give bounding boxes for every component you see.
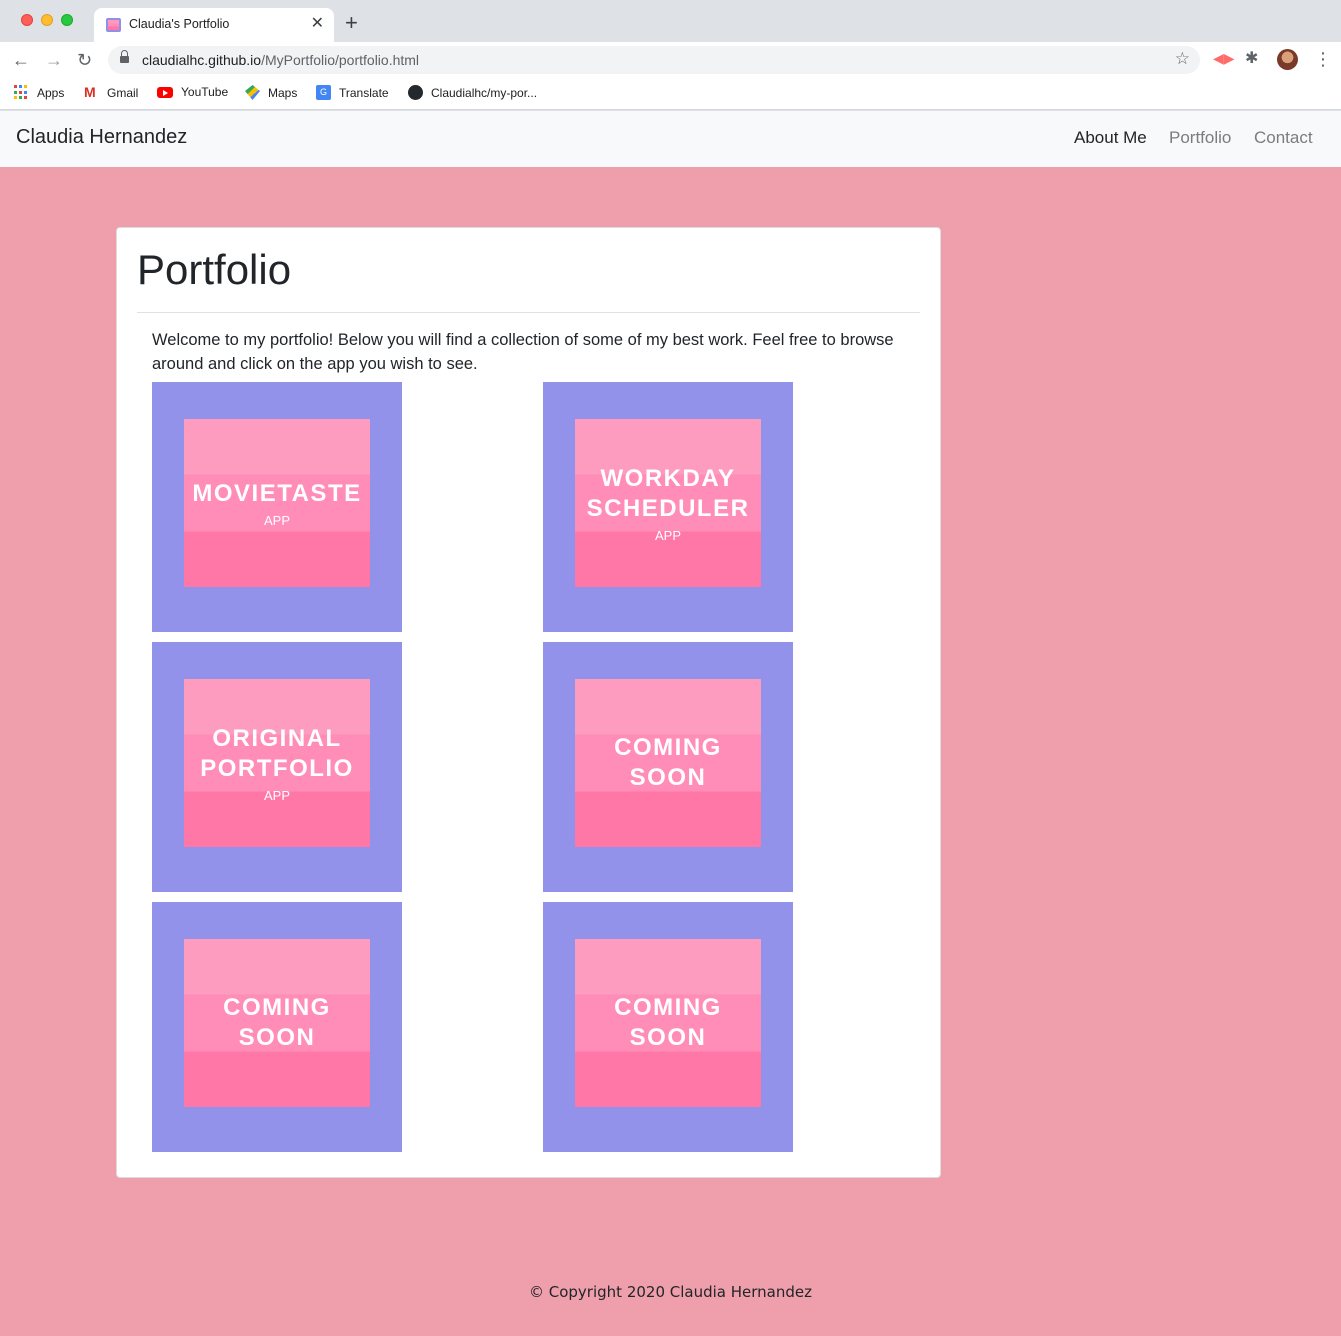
bookmark-label: Translate	[339, 85, 389, 100]
translate-icon: G	[316, 85, 331, 100]
project-subtitle: APP	[263, 512, 290, 528]
footer-copyright: © Copyright 2020 Claudia Hernandez	[528, 1283, 812, 1301]
gmail-icon: M	[84, 84, 96, 100]
bookmarks-bar: Apps M Gmail YouTube Maps G Translate Cl…	[0, 78, 1341, 110]
project-tile-coming-soon[interactable]: COMING SOON	[543, 902, 793, 1152]
bookmark-gmail[interactable]: M Gmail	[84, 85, 138, 100]
bookmark-label: YouTube	[181, 85, 229, 99]
profile-avatar[interactable]	[1277, 49, 1298, 70]
project-tile-workday-scheduler[interactable]: WORKDAY SCHEDULER APP	[543, 382, 793, 632]
page-title: Portfolio	[137, 246, 292, 293]
url-host: claudialhc.github.io	[142, 52, 262, 68]
lock-icon[interactable]	[120, 50, 129, 64]
browser-toolbar: ← → ↻ claudialhc.github.io/MyPortfolio/p…	[0, 42, 1341, 78]
project-thumbnail: ORIGINAL PORTFOLIO APP	[184, 679, 370, 847]
project-title: ORIGINAL PORTFOLIO	[200, 724, 354, 782]
url-path: /MyPortfolio/portfolio.html	[261, 52, 420, 68]
project-tile-coming-soon[interactable]: COMING SOON	[152, 902, 402, 1152]
bookmark-label: Claudialhc/my-por...	[431, 85, 538, 100]
url-text[interactable]: claudialhc.github.io/MyPortfolio/portfol…	[142, 52, 419, 68]
project-thumbnail: WORKDAY SCHEDULER APP	[575, 419, 761, 587]
bookmark-star-icon[interactable]: ☆	[1175, 49, 1190, 69]
site-navbar: Claudia Hernandez About Me Portfolio Con…	[0, 111, 1341, 167]
navbar-brand[interactable]: Claudia Hernandez	[16, 126, 187, 149]
bookmark-apps[interactable]: Apps	[14, 85, 64, 100]
project-tile-movietaste[interactable]: MOVIETASTE APP	[152, 382, 402, 632]
project-thumbnail: COMING SOON	[575, 679, 761, 847]
tab-strip: Claudia's Portfolio ✕ +	[0, 0, 1341, 42]
browser-tab[interactable]: Claudia's Portfolio ✕	[94, 8, 334, 42]
github-icon	[408, 85, 423, 100]
bookmark-label: Apps	[37, 85, 65, 100]
back-button[interactable]: ←	[12, 48, 30, 72]
reload-button[interactable]: ↻	[77, 48, 92, 72]
new-tab-button[interactable]: +	[345, 11, 358, 35]
project-title: WORKDAY SCHEDULER	[586, 464, 750, 522]
project-subtitle: APP	[263, 787, 290, 803]
youtube-icon	[157, 86, 173, 98]
portfolio-card: Portfolio Welcome to my portfolio! Below…	[116, 227, 941, 1178]
intro-text: Welcome to my portfolio! Below you will …	[152, 331, 894, 373]
bookmark-github[interactable]: Claudialhc/my-por...	[408, 85, 537, 100]
close-window-button[interactable]	[21, 14, 33, 26]
tab-title: Claudia's Portfolio	[129, 17, 230, 31]
extension-icon[interactable]: ◀▶	[1213, 50, 1235, 67]
address-bar[interactable]: claudialhc.github.io/MyPortfolio/portfol…	[108, 46, 1200, 74]
nav-link-about-me[interactable]: About Me	[1074, 128, 1147, 148]
bookmark-translate[interactable]: G Translate	[316, 85, 389, 100]
bookmark-label: Maps	[268, 85, 298, 100]
project-title: COMING SOON	[614, 994, 722, 1051]
project-tile-original-portfolio[interactable]: ORIGINAL PORTFOLIO APP	[152, 642, 402, 892]
maps-icon	[245, 85, 260, 100]
forward-button[interactable]: →	[45, 48, 63, 72]
extensions-puzzle-icon[interactable]: ✱	[1245, 48, 1258, 68]
project-title: COMING SOON	[614, 734, 722, 791]
favicon-icon	[106, 18, 121, 32]
tab-close-icon[interactable]: ✕	[311, 14, 324, 34]
bookmark-maps[interactable]: Maps	[245, 85, 297, 100]
project-title: MOVIETASTE	[192, 479, 362, 507]
title-divider	[137, 312, 920, 313]
project-thumbnail: MOVIETASTE APP	[184, 419, 370, 587]
nav-link-portfolio[interactable]: Portfolio	[1169, 128, 1231, 148]
project-subtitle: APP	[654, 527, 681, 543]
bookmark-label: Gmail	[107, 85, 139, 100]
apps-grid-icon	[14, 85, 29, 100]
browser-menu-icon[interactable]: ⋮	[1314, 47, 1332, 71]
project-tile-coming-soon[interactable]: COMING SOON	[543, 642, 793, 892]
project-thumbnail: COMING SOON	[575, 939, 761, 1107]
bookmark-youtube[interactable]: YouTube	[157, 85, 228, 99]
page-viewport: Claudia Hernandez About Me Portfolio Con…	[0, 111, 1341, 1336]
nav-link-contact[interactable]: Contact	[1254, 128, 1313, 148]
project-title: COMING SOON	[223, 994, 331, 1051]
minimize-window-button[interactable]	[41, 14, 53, 26]
project-thumbnail: COMING SOON	[184, 939, 370, 1107]
maximize-window-button[interactable]	[61, 14, 73, 26]
